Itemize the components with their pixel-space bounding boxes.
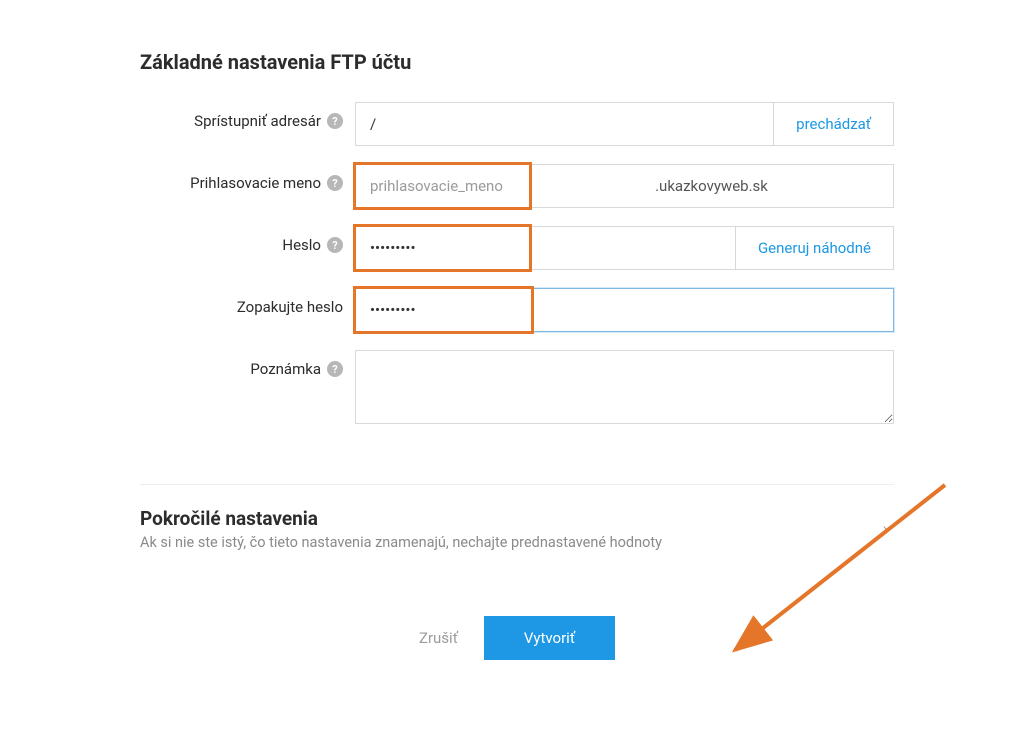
help-icon[interactable]: ?: [327, 237, 343, 253]
password-repeat-input[interactable]: [356, 289, 531, 331]
directory-label: Sprístupniť adresár: [194, 112, 321, 130]
row-directory: Sprístupniť adresár ? prechádzať: [140, 102, 894, 146]
row-password: Heslo ? Generuj náhodné: [140, 226, 894, 270]
note-label: Poznámka: [250, 360, 321, 378]
row-login: Prihlasovacie meno ?: [140, 164, 894, 208]
chevron-right-icon: ›: [883, 519, 888, 540]
create-button[interactable]: Vytvoriť: [484, 616, 615, 660]
password-repeat-label: Zopakujte heslo: [237, 298, 343, 316]
password-spacer: [530, 226, 735, 270]
generate-password-button[interactable]: Generuj náhodné: [735, 226, 894, 270]
advanced-settings-toggle[interactable]: Pokročilé nastavenia Ak si nie ste istý,…: [140, 484, 894, 551]
login-label: Prihlasovacie meno: [190, 174, 321, 192]
advanced-title: Pokročilé nastavenia: [140, 507, 662, 530]
directory-input[interactable]: [355, 102, 774, 146]
actions-row: Zrušiť Vytvoriť: [140, 616, 894, 660]
help-icon[interactable]: ?: [327, 361, 343, 377]
password-repeat-wrapper: [355, 288, 894, 332]
section-title: Základné nastavenia FTP účtu: [140, 50, 894, 74]
note-textarea[interactable]: [355, 350, 894, 424]
help-icon[interactable]: ?: [327, 113, 343, 129]
advanced-subtitle: Ak si nie ste istý, čo tieto nastavenia …: [140, 534, 662, 551]
password-input[interactable]: [355, 226, 530, 270]
row-note: Poznámka ?: [140, 350, 894, 424]
login-domain-suffix: [530, 164, 894, 208]
cancel-button[interactable]: Zrušiť: [419, 629, 458, 647]
password-label: Heslo: [282, 236, 321, 254]
help-icon[interactable]: ?: [327, 175, 343, 191]
browse-button[interactable]: prechádzať: [774, 102, 894, 146]
login-input[interactable]: [355, 164, 530, 208]
row-password-repeat: Zopakujte heslo: [140, 288, 894, 332]
